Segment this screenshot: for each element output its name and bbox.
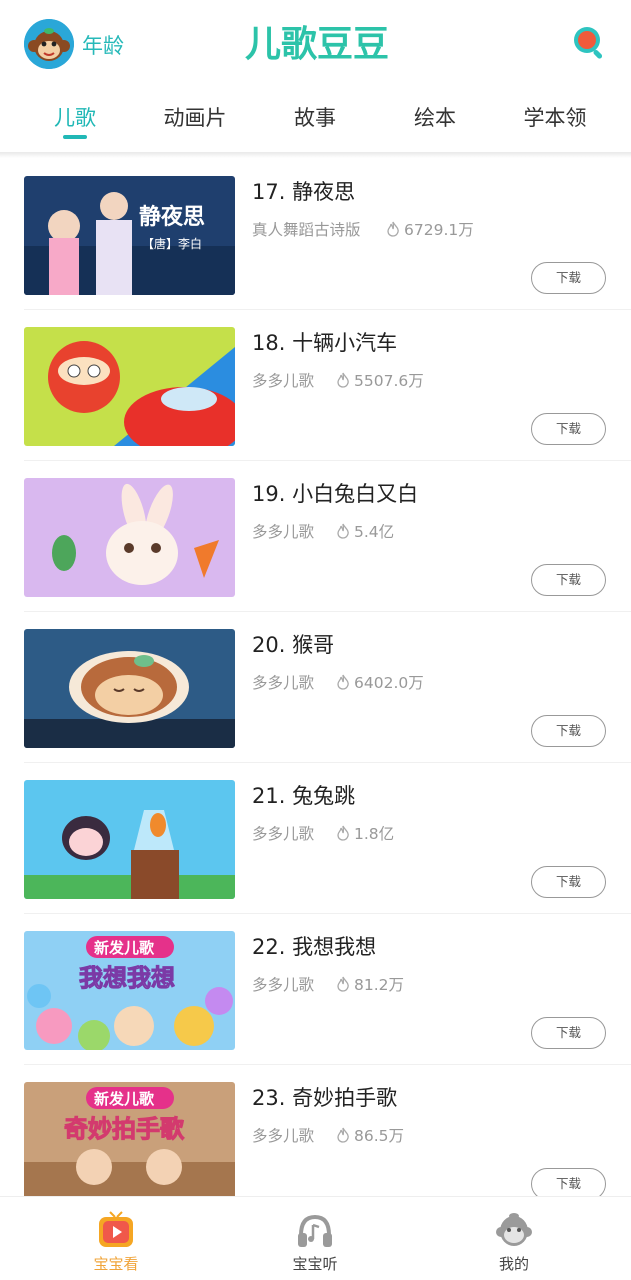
thumbnail-badge: 新发儿歌	[94, 1090, 155, 1108]
song-source: 多多儿歌	[252, 1127, 315, 1145]
thumbnail-title: 静夜思	[139, 204, 205, 230]
nav-profile[interactable]: 我的	[444, 1197, 584, 1280]
bottom-navigation: 宝宝看 宝宝听 我的	[0, 1196, 631, 1280]
flame-icon	[337, 976, 349, 992]
download-button[interactable]: 下载	[531, 1168, 606, 1196]
nav-watch[interactable]: 宝宝看	[46, 1197, 186, 1280]
song-title[interactable]: 23. 奇妙拍手歌	[252, 1082, 397, 1112]
tab-active-indicator	[63, 135, 87, 139]
list-item[interactable]: 新发儿歌 我想我想 22. 我想我想 多多儿歌 81.2万 下载	[0, 915, 631, 1065]
age-selector[interactable]: 年龄	[82, 30, 124, 60]
nav-listen-label: 宝宝听	[292, 1255, 338, 1273]
song-source: 多多儿歌	[252, 825, 315, 843]
monkey-profile-icon	[496, 1213, 532, 1246]
monkey-avatar-icon[interactable]	[24, 19, 74, 69]
list-item[interactable]: 19. 小白兔白又白 多多儿歌 5.4亿 下载	[0, 462, 631, 612]
divider	[24, 460, 631, 461]
play-count: 1.8亿	[336, 822, 394, 844]
download-button[interactable]: 下载	[531, 1017, 606, 1049]
video-thumbnail[interactable]	[24, 780, 235, 899]
play-count-value: 1.8亿	[354, 825, 395, 843]
song-title[interactable]: 21. 兔兔跳	[252, 780, 355, 810]
list-item[interactable]: 新发儿歌 奇妙拍手歌 23. 奇妙拍手歌 多多儿歌 86.5万 下载	[0, 1066, 631, 1196]
video-thumbnail[interactable]: 新发儿歌 我想我想	[24, 931, 235, 1050]
list-item[interactable]: 静夜思 【唐】李白 17. 静夜思 真人舞蹈古诗版 6729.1万 下载	[0, 160, 631, 310]
divider	[24, 309, 631, 310]
download-button[interactable]: 下载	[531, 715, 606, 747]
download-button[interactable]: 下载	[531, 413, 606, 445]
song-title[interactable]: 17. 静夜思	[252, 176, 355, 206]
app-logo: 儿歌豆豆	[245, 18, 410, 66]
tab-songs[interactable]: 儿歌	[20, 102, 130, 132]
song-source: 多多儿歌	[252, 372, 315, 390]
flame-icon	[337, 372, 349, 388]
nav-listen[interactable]: 宝宝听	[245, 1197, 385, 1280]
tab-cartoons[interactable]: 动画片	[140, 102, 250, 132]
divider	[24, 913, 631, 914]
video-thumbnail[interactable]: 新发儿歌 奇妙拍手歌	[24, 1082, 235, 1196]
tab-stories[interactable]: 故事	[260, 102, 370, 132]
play-count-value: 6402.0万	[354, 674, 424, 692]
thumbnail-subtitle: 【唐】李白	[142, 236, 202, 251]
song-source: 多多儿歌	[252, 674, 315, 692]
logo-char-1: 儿歌豆豆	[245, 24, 389, 65]
play-tv-icon	[99, 1211, 133, 1247]
video-thumbnail[interactable]	[24, 629, 235, 748]
download-button[interactable]: 下载	[531, 262, 606, 294]
list-item[interactable]: 21. 兔兔跳 多多儿歌 1.8亿 下载	[0, 764, 631, 914]
video-thumbnail[interactable]	[24, 478, 235, 597]
download-button[interactable]: 下载	[531, 564, 606, 596]
song-source: 真人舞蹈古诗版	[252, 221, 361, 239]
play-count-value: 5507.6万	[354, 372, 424, 390]
thumbnail-title: 我想我想	[79, 964, 175, 992]
play-count-value: 86.5万	[354, 1127, 405, 1145]
flame-icon	[337, 825, 349, 841]
song-source: 多多儿歌	[252, 523, 315, 541]
list-item[interactable]: 18. 十辆小汽车 多多儿歌 5507.6万 下载	[0, 311, 631, 461]
play-count: 81.2万	[336, 973, 404, 995]
tabs-divider	[0, 152, 631, 158]
play-count: 6729.1万	[386, 218, 474, 240]
video-thumbnail[interactable]	[24, 327, 235, 446]
divider	[24, 762, 631, 763]
thumbnail-title: 奇妙拍手歌	[64, 1115, 185, 1143]
play-count: 5507.6万	[336, 369, 424, 391]
divider	[24, 1064, 631, 1065]
headphones-icon	[298, 1214, 332, 1247]
tab-picture-books[interactable]: 绘本	[380, 102, 490, 132]
category-tabs: 儿歌 动画片 故事 绘本 学本领	[0, 86, 631, 152]
nav-profile-label: 我的	[498, 1255, 529, 1273]
song-title[interactable]: 19. 小白兔白又白	[252, 478, 418, 508]
song-list: 静夜思 【唐】李白 17. 静夜思 真人舞蹈古诗版 6729.1万 下载 18.…	[0, 160, 631, 1196]
download-button[interactable]: 下载	[531, 866, 606, 898]
play-count: 5.4亿	[336, 520, 394, 542]
flame-icon	[337, 1127, 349, 1143]
play-count: 86.5万	[336, 1124, 404, 1146]
list-item[interactable]: 20. 猴哥 多多儿歌 6402.0万 下载	[0, 613, 631, 763]
play-count-value: 5.4亿	[354, 523, 395, 541]
flame-icon	[337, 523, 349, 539]
song-title[interactable]: 18. 十辆小汽车	[252, 327, 397, 357]
song-title[interactable]: 20. 猴哥	[252, 629, 334, 659]
flame-icon	[387, 221, 399, 237]
play-count: 6402.0万	[336, 671, 424, 693]
play-count-value: 6729.1万	[404, 221, 474, 239]
divider	[24, 611, 631, 612]
play-count-value: 81.2万	[354, 976, 405, 994]
app-header: 年龄 儿歌豆豆	[0, 0, 631, 86]
tab-skills[interactable]: 学本领	[500, 102, 610, 132]
thumbnail-badge: 新发儿歌	[94, 939, 155, 957]
nav-watch-label: 宝宝看	[93, 1255, 139, 1273]
video-thumbnail[interactable]: 静夜思 【唐】李白	[24, 176, 235, 295]
song-title[interactable]: 22. 我想我想	[252, 931, 376, 961]
song-source: 多多儿歌	[252, 976, 315, 994]
search-icon[interactable]	[571, 24, 609, 62]
flame-icon	[337, 674, 349, 690]
